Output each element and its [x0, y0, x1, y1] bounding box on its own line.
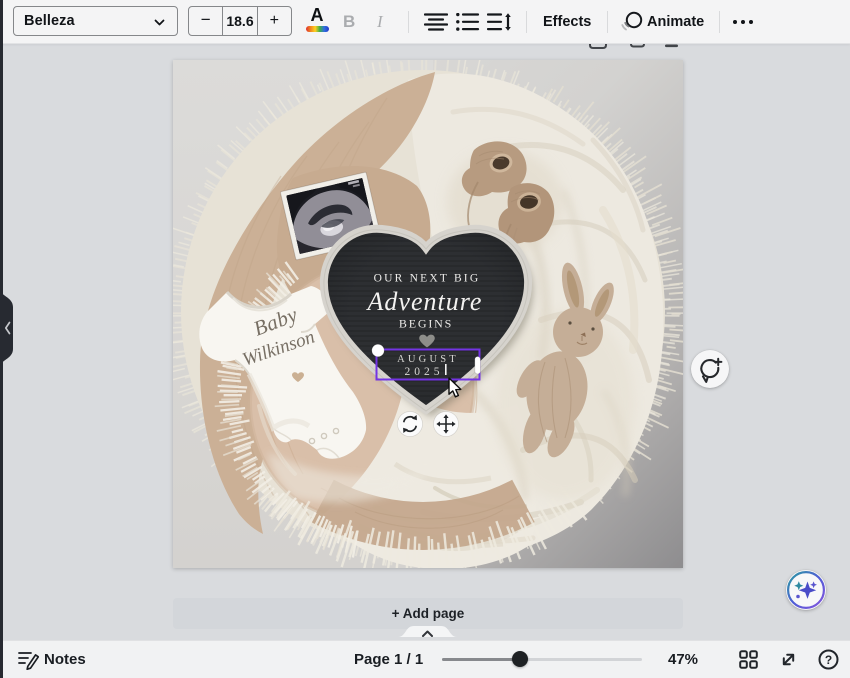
svg-text:OUR NEXT BIG: OUR NEXT BIG: [374, 273, 481, 285]
svg-text:2025: 2025: [405, 366, 444, 378]
svg-text:?: ?: [825, 653, 832, 667]
svg-text:BEGINS: BEGINS: [399, 317, 453, 331]
svg-text:AUGUST: AUGUST: [397, 354, 459, 365]
svg-text:Adventure: Adventure: [366, 287, 483, 316]
